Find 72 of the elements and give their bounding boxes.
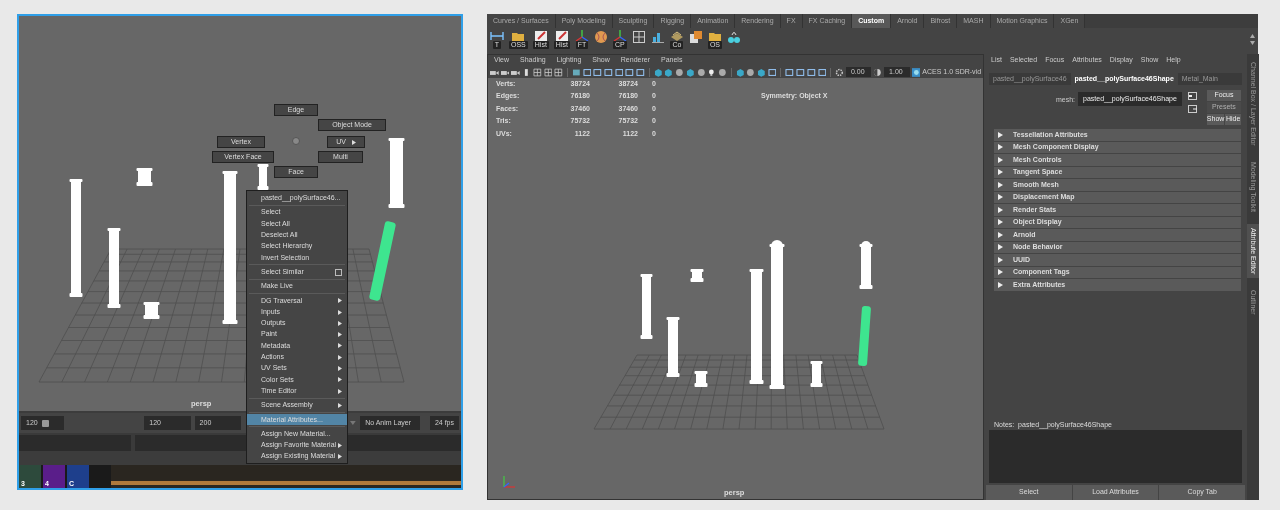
square-icon[interactable] — [817, 67, 827, 77]
square-icon[interactable] — [625, 67, 635, 77]
grid-icon[interactable] — [631, 30, 646, 44]
collapsed-arrow-icon[interactable] — [998, 281, 1003, 288]
axes-icon — [574, 29, 589, 43]
circle-icon[interactable] — [675, 67, 684, 77]
pencil-icon — [554, 29, 569, 43]
square-icon[interactable] — [806, 67, 816, 77]
node-output-icon[interactable] — [1187, 105, 1197, 113]
center-dot-icon — [292, 137, 300, 145]
square-icon[interactable] — [571, 67, 581, 77]
submenu-arrow-icon — [338, 402, 342, 408]
square-icon[interactable] — [767, 67, 777, 77]
pillar-drawing — [666, 317, 680, 377]
cube-icon[interactable] — [757, 67, 766, 77]
axis-icon — [501, 474, 517, 490]
collapsed-arrow-icon[interactable] — [998, 131, 1003, 138]
collapsed-arrow-icon[interactable] — [998, 181, 1003, 188]
command-line-field[interactable] — [19, 435, 131, 451]
grid-icon[interactable] — [554, 67, 563, 77]
collapsed-arrow-icon[interactable] — [998, 144, 1003, 151]
square-icon[interactable] — [796, 67, 805, 77]
grid-icon[interactable] — [532, 67, 542, 77]
square-icon[interactable] — [785, 67, 795, 77]
grid-icon[interactable] — [543, 67, 553, 77]
bar-chart-icon[interactable] — [650, 30, 665, 44]
square-icon[interactable] — [582, 67, 592, 77]
gear-icon[interactable] — [835, 67, 844, 77]
pencil-icon — [533, 29, 548, 43]
light-icon[interactable] — [707, 67, 716, 77]
circle-icon[interactable] — [746, 67, 756, 77]
square-icon[interactable] — [593, 67, 602, 77]
circle-icon[interactable] — [718, 67, 727, 77]
collapsed-arrow-icon[interactable] — [998, 269, 1003, 276]
half-circle-icon[interactable] — [873, 67, 883, 77]
pillar-drawing — [810, 361, 823, 387]
circles-icon[interactable] — [727, 30, 742, 44]
cup-drawing — [690, 269, 704, 282]
bar-icon[interactable] — [522, 67, 531, 77]
cube-icon[interactable] — [688, 30, 703, 44]
submenu-arrow-icon — [338, 366, 342, 371]
color-management-icon[interactable] — [911, 67, 921, 77]
collapsed-arrow-icon[interactable] — [998, 206, 1003, 213]
option-box-icon[interactable] — [335, 268, 342, 276]
cup-drawing — [136, 168, 153, 186]
pillar-drawing — [388, 138, 405, 208]
collapsed-arrow-icon[interactable] — [998, 169, 1003, 176]
square-icon[interactable] — [614, 67, 624, 77]
cup-drawing — [143, 302, 160, 319]
ruler-icon — [490, 29, 504, 43]
pillar-drawing — [257, 164, 269, 190]
pillar-drawing — [857, 305, 872, 367]
cup-drawing — [694, 371, 708, 387]
collapsed-arrow-icon[interactable] — [998, 156, 1003, 163]
node-input-icon[interactable] — [1187, 92, 1197, 100]
square-icon[interactable] — [41, 419, 49, 427]
scroll-up-icon[interactable] — [1250, 33, 1255, 38]
collapsed-arrow-icon[interactable] — [998, 219, 1003, 226]
axes-icon — [612, 29, 627, 43]
square-icon[interactable] — [636, 67, 645, 77]
scroll-down-icon[interactable] — [1250, 40, 1255, 45]
collapsed-arrow-icon[interactable] — [998, 244, 1003, 251]
collapsed-arrow-icon[interactable] — [998, 194, 1003, 201]
collapsed-arrow-icon[interactable] — [998, 231, 1003, 238]
collapsed-arrow-icon[interactable] — [998, 256, 1003, 263]
sphere-icon[interactable] — [593, 30, 608, 44]
square-icon[interactable] — [604, 67, 613, 77]
submenu-arrow-icon — [351, 139, 356, 145]
tiles-icon — [669, 29, 684, 43]
pillar-drawing — [640, 274, 653, 339]
notes-field[interactable] — [989, 430, 1242, 483]
circle-icon[interactable] — [696, 67, 706, 77]
